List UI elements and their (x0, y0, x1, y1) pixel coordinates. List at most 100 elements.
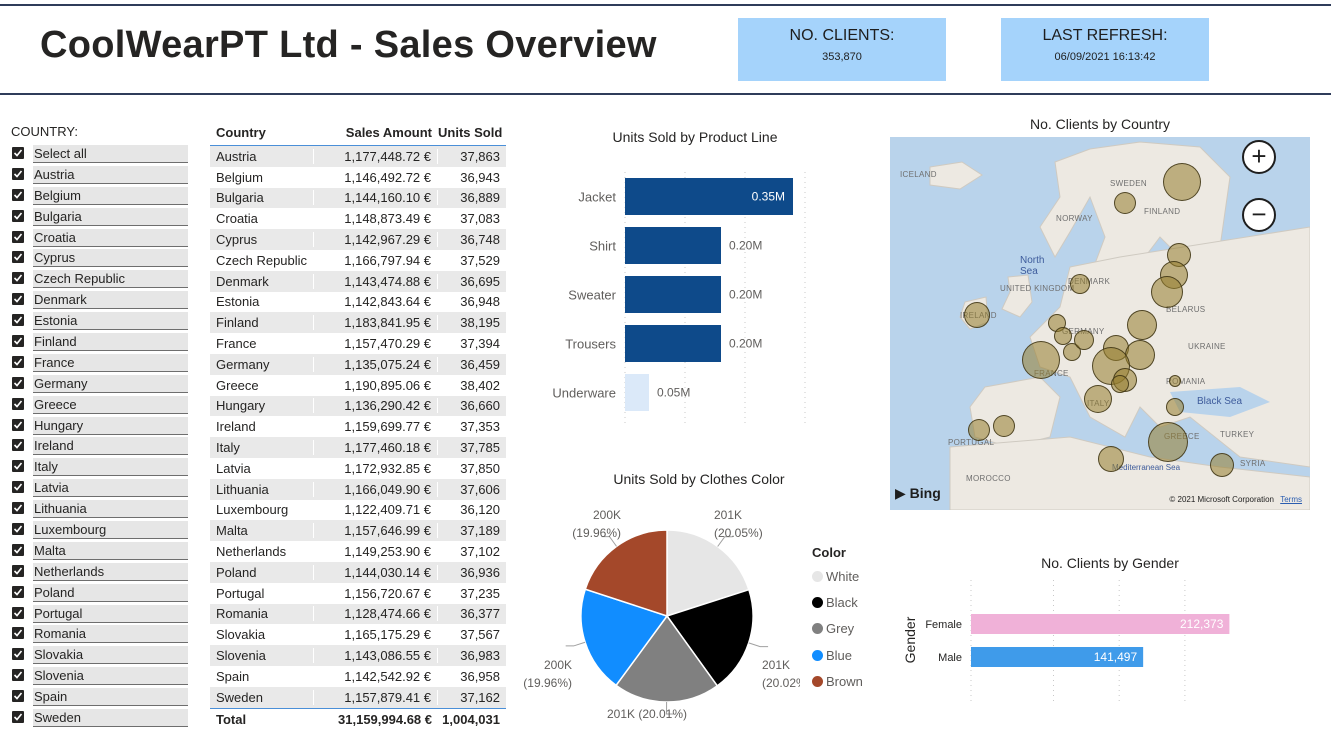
map-bubble[interactable] (1163, 163, 1201, 201)
slicer-item[interactable]: Slovenia (11, 667, 189, 688)
color-pie-chart: 201K (20.05%) 201K (20.02%) 201K (20.01%) 200… (523, 508, 800, 721)
legend-item[interactable]: Brown (812, 669, 863, 695)
legend-item[interactable]: Blue (812, 642, 863, 668)
top-rule (0, 4, 1331, 6)
map-bubble[interactable] (1210, 453, 1234, 477)
slicer-item-label: Latvia (33, 479, 188, 498)
zoom-out-button[interactable]: − (1242, 198, 1276, 232)
checkbox-checked-icon[interactable] (12, 585, 24, 598)
map-bubble[interactable] (1148, 422, 1188, 462)
checkbox-checked-icon[interactable] (12, 418, 24, 431)
legend-item[interactable]: White (812, 563, 863, 589)
slicer-item[interactable]: Hungary (11, 416, 189, 438)
checkbox-checked-icon[interactable] (12, 439, 24, 452)
checkbox-checked-icon[interactable] (12, 188, 24, 201)
slicer-item[interactable]: Portugal (11, 604, 189, 626)
slicer-item[interactable]: Malta (11, 541, 189, 563)
slicer-item[interactable]: Cyprus (11, 249, 189, 270)
header-country[interactable]: Country (210, 125, 314, 140)
slicer-item[interactable]: Poland (11, 583, 189, 605)
legend-item[interactable]: Grey (812, 616, 863, 642)
slicer-item[interactable]: Latvia (11, 479, 189, 500)
slicer-item[interactable]: Greece (11, 395, 189, 417)
checkbox-checked-icon[interactable] (12, 564, 24, 577)
checkbox-checked-icon[interactable] (12, 690, 24, 703)
bar[interactable] (625, 227, 721, 264)
legend-item[interactable]: Black (812, 589, 863, 615)
checkbox-checked-icon[interactable] (12, 293, 24, 306)
slicer-item[interactable]: Croatia (11, 228, 189, 250)
table-row: Netherlands 1,149,253.90 € 37,102 (210, 541, 506, 562)
checkbox-checked-icon[interactable] (12, 711, 24, 724)
header-sales-amount[interactable]: Sales Amount (314, 125, 438, 140)
legend-dot-icon (812, 623, 823, 635)
checkbox-checked-icon[interactable] (12, 167, 24, 180)
map-bubble[interactable] (1111, 375, 1129, 393)
slicer-item[interactable]: France (11, 353, 189, 375)
checkbox-checked-icon[interactable] (12, 230, 24, 243)
total-sales-amount: 31,159,994.68 € (338, 711, 432, 727)
map-bubble[interactable] (1114, 192, 1136, 214)
checkbox-checked-icon[interactable] (12, 272, 24, 285)
map-bubble[interactable] (1169, 375, 1181, 387)
checkbox-checked-icon[interactable] (12, 648, 24, 661)
header-units-sold[interactable]: Units Sold (438, 125, 506, 140)
checkbox-checked-icon[interactable] (12, 606, 24, 619)
map-bubble[interactable] (1074, 330, 1094, 350)
slicer-item[interactable]: Ireland (11, 437, 189, 458)
slicer-item[interactable]: Bulgaria (11, 207, 189, 229)
map-bubble[interactable] (968, 419, 990, 441)
checkbox-checked-icon[interactable] (12, 397, 24, 410)
map-bubble[interactable] (993, 415, 1015, 437)
map-bubble[interactable] (1151, 276, 1183, 308)
total-units-sold: 1,004,031 (442, 711, 500, 727)
map-bubble[interactable] (964, 302, 990, 328)
checkbox-checked-icon[interactable] (12, 627, 24, 640)
table-row: Latvia 1,172,932.85 € 37,850 (210, 458, 506, 479)
map-bubble[interactable] (1070, 274, 1090, 294)
legend-label: Grey (826, 621, 855, 637)
slicer-item[interactable]: Czech Republic (11, 270, 189, 291)
checkbox-checked-icon[interactable] (12, 502, 24, 515)
slicer-item[interactable]: Denmark (11, 291, 189, 312)
slicer-item[interactable]: Finland (11, 333, 189, 354)
bar[interactable] (625, 276, 721, 313)
slicer-item[interactable]: Belgium (11, 186, 189, 208)
slicer-item[interactable]: Germany (11, 374, 189, 396)
checkbox-checked-icon[interactable] (12, 669, 24, 682)
slicer-item[interactable]: Netherlands (11, 562, 189, 584)
map-bubble[interactable] (1127, 310, 1157, 340)
map-bubble[interactable] (1098, 446, 1124, 472)
slicer-item[interactable]: Luxembourg (11, 521, 189, 542)
checkbox-checked-icon[interactable] (12, 147, 24, 159)
cell-units-sold: 37,785 (460, 440, 500, 456)
slicer-item[interactable]: Select all (11, 145, 189, 166)
checkbox-checked-icon[interactable] (12, 376, 24, 389)
checkbox-checked-icon[interactable] (12, 523, 24, 536)
slicer-item[interactable]: Italy (11, 458, 189, 479)
slicer-item[interactable]: Slovakia (11, 646, 189, 667)
checkbox-checked-icon[interactable] (12, 355, 24, 368)
terms-link[interactable]: Terms (1280, 495, 1302, 504)
checkbox-checked-icon[interactable] (12, 314, 24, 327)
bar[interactable] (625, 325, 721, 362)
checkbox-checked-icon[interactable] (12, 251, 24, 264)
map-bubble[interactable] (1166, 398, 1184, 416)
clients-map[interactable]: ICELANDSWEDENFINLANDNORWAYDENMARKUNITED … (890, 137, 1310, 510)
slicer-item[interactable]: Spain (11, 688, 189, 709)
slicer-item[interactable]: Romania (11, 625, 189, 646)
map-bubble[interactable] (1022, 341, 1060, 379)
zoom-in-button[interactable]: + (1242, 140, 1276, 174)
cell-units-sold: 36,948 (460, 294, 500, 310)
checkbox-checked-icon[interactable] (12, 209, 24, 222)
checkbox-checked-icon[interactable] (12, 543, 24, 556)
checkbox-checked-icon[interactable] (12, 335, 24, 348)
slicer-item[interactable]: Austria (11, 165, 189, 187)
bar[interactable] (625, 374, 649, 411)
checkbox-checked-icon[interactable] (12, 460, 24, 473)
slicer-item[interactable]: Estonia (11, 312, 189, 333)
slicer-item[interactable]: Lithuania (11, 500, 189, 521)
slicer-item[interactable]: Sweden (11, 709, 189, 730)
checkbox-checked-icon[interactable] (12, 481, 24, 494)
map-bubble[interactable] (1084, 385, 1112, 413)
